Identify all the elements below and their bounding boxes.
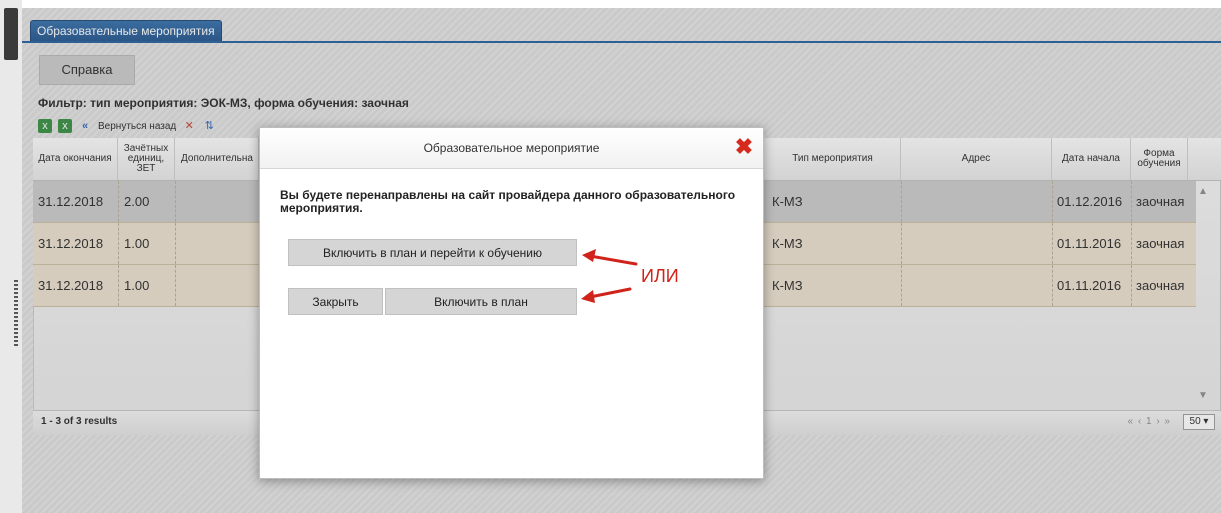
close-icon[interactable]: ✖	[734, 136, 754, 158]
dialog-title: Образовательное мероприятие	[423, 141, 600, 155]
left-sidebar-strip	[0, 0, 22, 513]
dialog-message: Вы будете перенаправлены на сайт провайд…	[280, 188, 736, 215]
arrow-annotation-icon	[582, 249, 638, 266]
close-button[interactable]: Закрыть	[288, 288, 383, 315]
enroll-button[interactable]: Включить в план	[385, 288, 577, 315]
event-dialog: Образовательное мероприятие ✖ Вы будете …	[259, 127, 764, 479]
resize-grip[interactable]	[14, 280, 18, 346]
sidebar-toggle[interactable]	[4, 8, 18, 60]
dialog-header: Образовательное мероприятие ✖	[260, 128, 763, 169]
arrow-annotation-icon	[581, 287, 632, 303]
or-annotation: ИЛИ	[641, 266, 679, 286]
enroll-and-go-button[interactable]: Включить в план и перейти к обучению	[288, 239, 577, 266]
